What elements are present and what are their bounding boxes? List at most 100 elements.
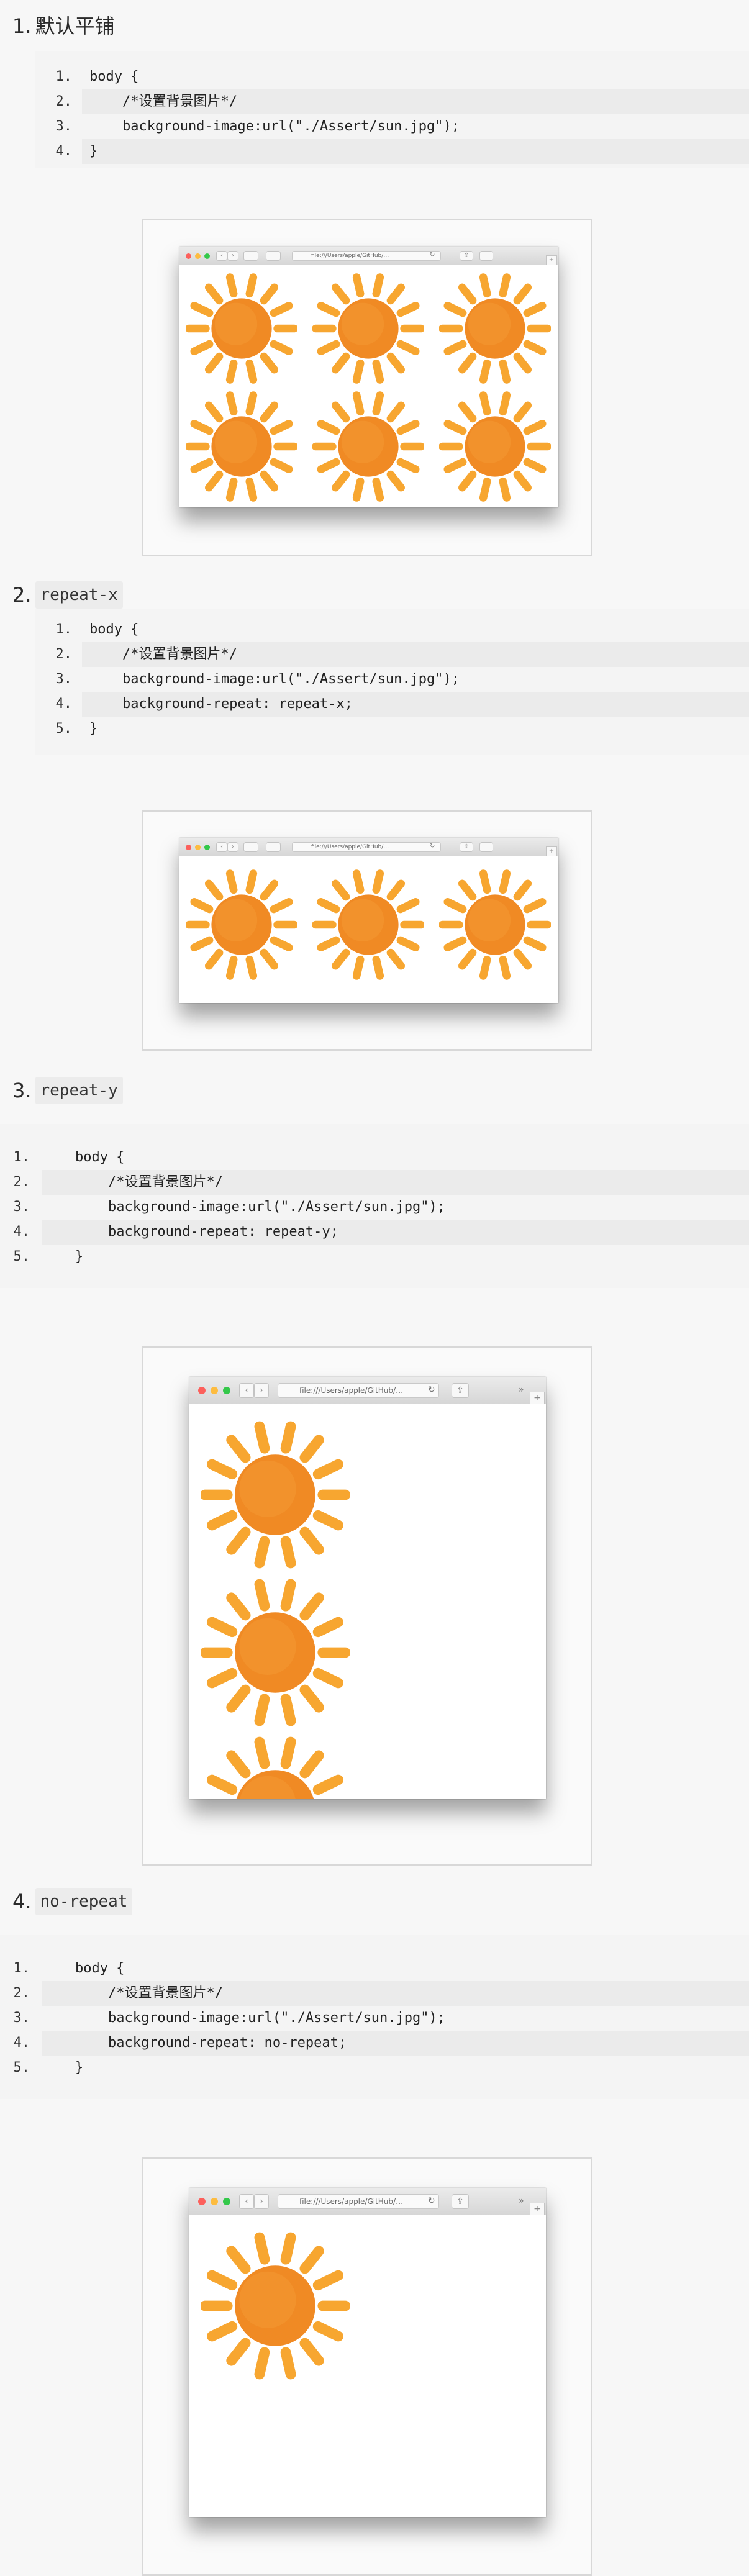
back-icon[interactable]: ‹ [239, 1383, 254, 1398]
code-block: 1. body { 2. /*设置背景图片*/ 3. background-ima… [35, 609, 749, 755]
minimize-dot[interactable] [211, 1387, 218, 1394]
zoom-dot[interactable] [223, 2198, 230, 2205]
code-block: 1. body { 2. /*设置背景图片*/ 3. background-ima… [35, 51, 749, 168]
new-tab-icon[interactable]: + [530, 1392, 545, 1404]
back-icon[interactable]: ‹ [216, 842, 227, 852]
browser-window: ‹ › file:///Users/apple/GitHub/… ↻ ⇪ » + [189, 1377, 546, 1799]
tabs-icon[interactable] [479, 251, 493, 261]
more-icon[interactable]: » [519, 1383, 529, 1398]
forward-icon[interactable]: › [227, 251, 238, 261]
code-text: background-image:url("./Assert/sun.jpg")… [89, 119, 460, 134]
browser-window: ‹ › file:///Users/apple/GitHub/… ↻ ⇪ + [179, 247, 558, 507]
code-text: background-repeat: repeat-y; [42, 1224, 338, 1240]
line-number: 2. [13, 1985, 30, 2001]
line-number: 1. [55, 622, 73, 637]
heading-title: 默认平铺 [35, 14, 115, 38]
section-heading: 2. repeat-x [12, 581, 123, 609]
new-tab-icon[interactable]: + [530, 2203, 545, 2215]
code-text: } [89, 721, 98, 737]
code-line: 1. body { [0, 1145, 749, 1170]
close-dot[interactable] [198, 1387, 206, 1394]
line-number: 5. [55, 721, 73, 737]
code-line: 4. background-repeat: repeat-y; [0, 1220, 749, 1245]
address-bar[interactable]: file:///Users/apple/GitHub/… [278, 1383, 439, 1398]
code-line: 3. background-image:url("./Assert/sun.jp… [35, 114, 749, 139]
sun-image [186, 273, 297, 384]
code-text: } [89, 143, 98, 159]
code-line: 2. /*设置背景图片*/ [35, 642, 749, 667]
sidebar-icon[interactable] [243, 251, 258, 261]
tabs-icon[interactable] [479, 842, 493, 852]
minimize-dot[interactable] [211, 2198, 218, 2205]
page-viewport [189, 2215, 546, 2517]
reload-icon[interactable]: ↻ [430, 251, 438, 261]
new-tab-icon[interactable]: + [546, 846, 557, 856]
share-icon[interactable]: ⇪ [452, 2194, 469, 2209]
close-dot[interactable] [198, 2198, 206, 2205]
code-line: 2. /*设置背景图片*/ [0, 1170, 749, 1195]
sun-image [312, 273, 424, 384]
forward-icon[interactable]: › [227, 842, 238, 852]
line-number: 2. [55, 646, 73, 662]
line-number: 4. [13, 2035, 30, 2051]
line-number: 4. [55, 143, 73, 159]
minimize-dot[interactable] [195, 844, 201, 850]
more-icon[interactable]: » [519, 2194, 529, 2209]
sun-image [312, 391, 424, 502]
new-tab-icon[interactable]: + [546, 255, 557, 265]
zoom-dot[interactable] [204, 844, 210, 850]
code-line: 5.} [35, 717, 749, 742]
back-icon[interactable]: ‹ [216, 251, 227, 261]
code-text: } [42, 2060, 84, 2075]
minimize-dot[interactable] [195, 253, 201, 259]
code-block: 1. body { 2. /*设置背景图片*/ 3. background-im… [0, 1935, 749, 2099]
zoom-dot[interactable] [223, 1387, 230, 1394]
code-line: 3. background-image:url("./Assert/sun.jp… [0, 2006, 749, 2031]
code-block: 1. body { 2. /*设置背景图片*/ 3. background-im… [0, 1124, 749, 1288]
title-bar: ‹ › file:///Users/apple/GitHub/… ↻ ⇪ » + [189, 1377, 546, 1405]
reload-icon[interactable]: ↻ [428, 2194, 437, 2209]
sun-image [439, 869, 551, 980]
bookmarks-icon[interactable] [266, 251, 281, 261]
title-bar: ‹ › file:///Users/apple/GitHub/… ↻ ⇪ + [179, 838, 558, 857]
code-text: body { [89, 622, 139, 637]
heading-title: repeat-y [35, 1077, 123, 1104]
sidebar-icon[interactable] [243, 842, 258, 852]
heading-number: 2. [12, 583, 32, 607]
line-number: 3. [55, 119, 73, 134]
forward-icon[interactable]: › [254, 1383, 269, 1398]
code-line: 1. body { [35, 617, 749, 642]
line-number: 2. [13, 1174, 30, 1190]
screenshot-frame: ‹ › file:///Users/apple/GitHub/… ↻ ⇪ » + [142, 2157, 592, 2576]
code-line: 5. } [0, 2056, 749, 2080]
share-icon[interactable]: ⇪ [460, 251, 473, 261]
code-line: 1. body { [0, 1956, 749, 1981]
share-icon[interactable]: ⇪ [460, 842, 473, 852]
close-dot[interactable] [186, 253, 191, 259]
zoom-dot[interactable] [204, 253, 210, 259]
reload-icon[interactable]: ↻ [428, 1383, 437, 1398]
reload-icon[interactable]: ↻ [430, 842, 438, 852]
address-bar[interactable]: file:///Users/apple/GitHub/… [278, 2194, 439, 2209]
share-icon[interactable]: ⇪ [452, 1383, 469, 1398]
code-text: body { [89, 69, 139, 84]
title-bar: ‹ › file:///Users/apple/GitHub/… ↻ ⇪ » + [189, 2188, 546, 2216]
sun-image [186, 869, 297, 980]
forward-icon[interactable]: › [254, 2194, 269, 2209]
section-heading: 4. no-repeat [12, 1888, 133, 1915]
heading-number: 1. [12, 14, 32, 38]
sun-image [206, 1736, 344, 1799]
address-bar[interactable]: file:///Users/apple/GitHub/… [292, 842, 441, 852]
line-number: 3. [55, 671, 73, 687]
code-text: /*设置背景图片*/ [42, 1174, 223, 1190]
bookmarks-icon[interactable] [266, 842, 281, 852]
heading-title: repeat-x [35, 581, 123, 609]
back-icon[interactable]: ‹ [239, 2194, 254, 2209]
address-bar[interactable]: file:///Users/apple/GitHub/… [292, 251, 441, 261]
screenshot-frame: ‹ › file:///Users/apple/GitHub/… ↻ ⇪ + [142, 810, 592, 1051]
line-number: 4. [55, 696, 73, 712]
heading-title: no-repeat [35, 1888, 133, 1915]
close-dot[interactable] [186, 844, 191, 850]
code-line: 3. background-image:url("./Assert/sun.jp… [35, 667, 749, 692]
heading-number: 4. [12, 1890, 32, 1913]
